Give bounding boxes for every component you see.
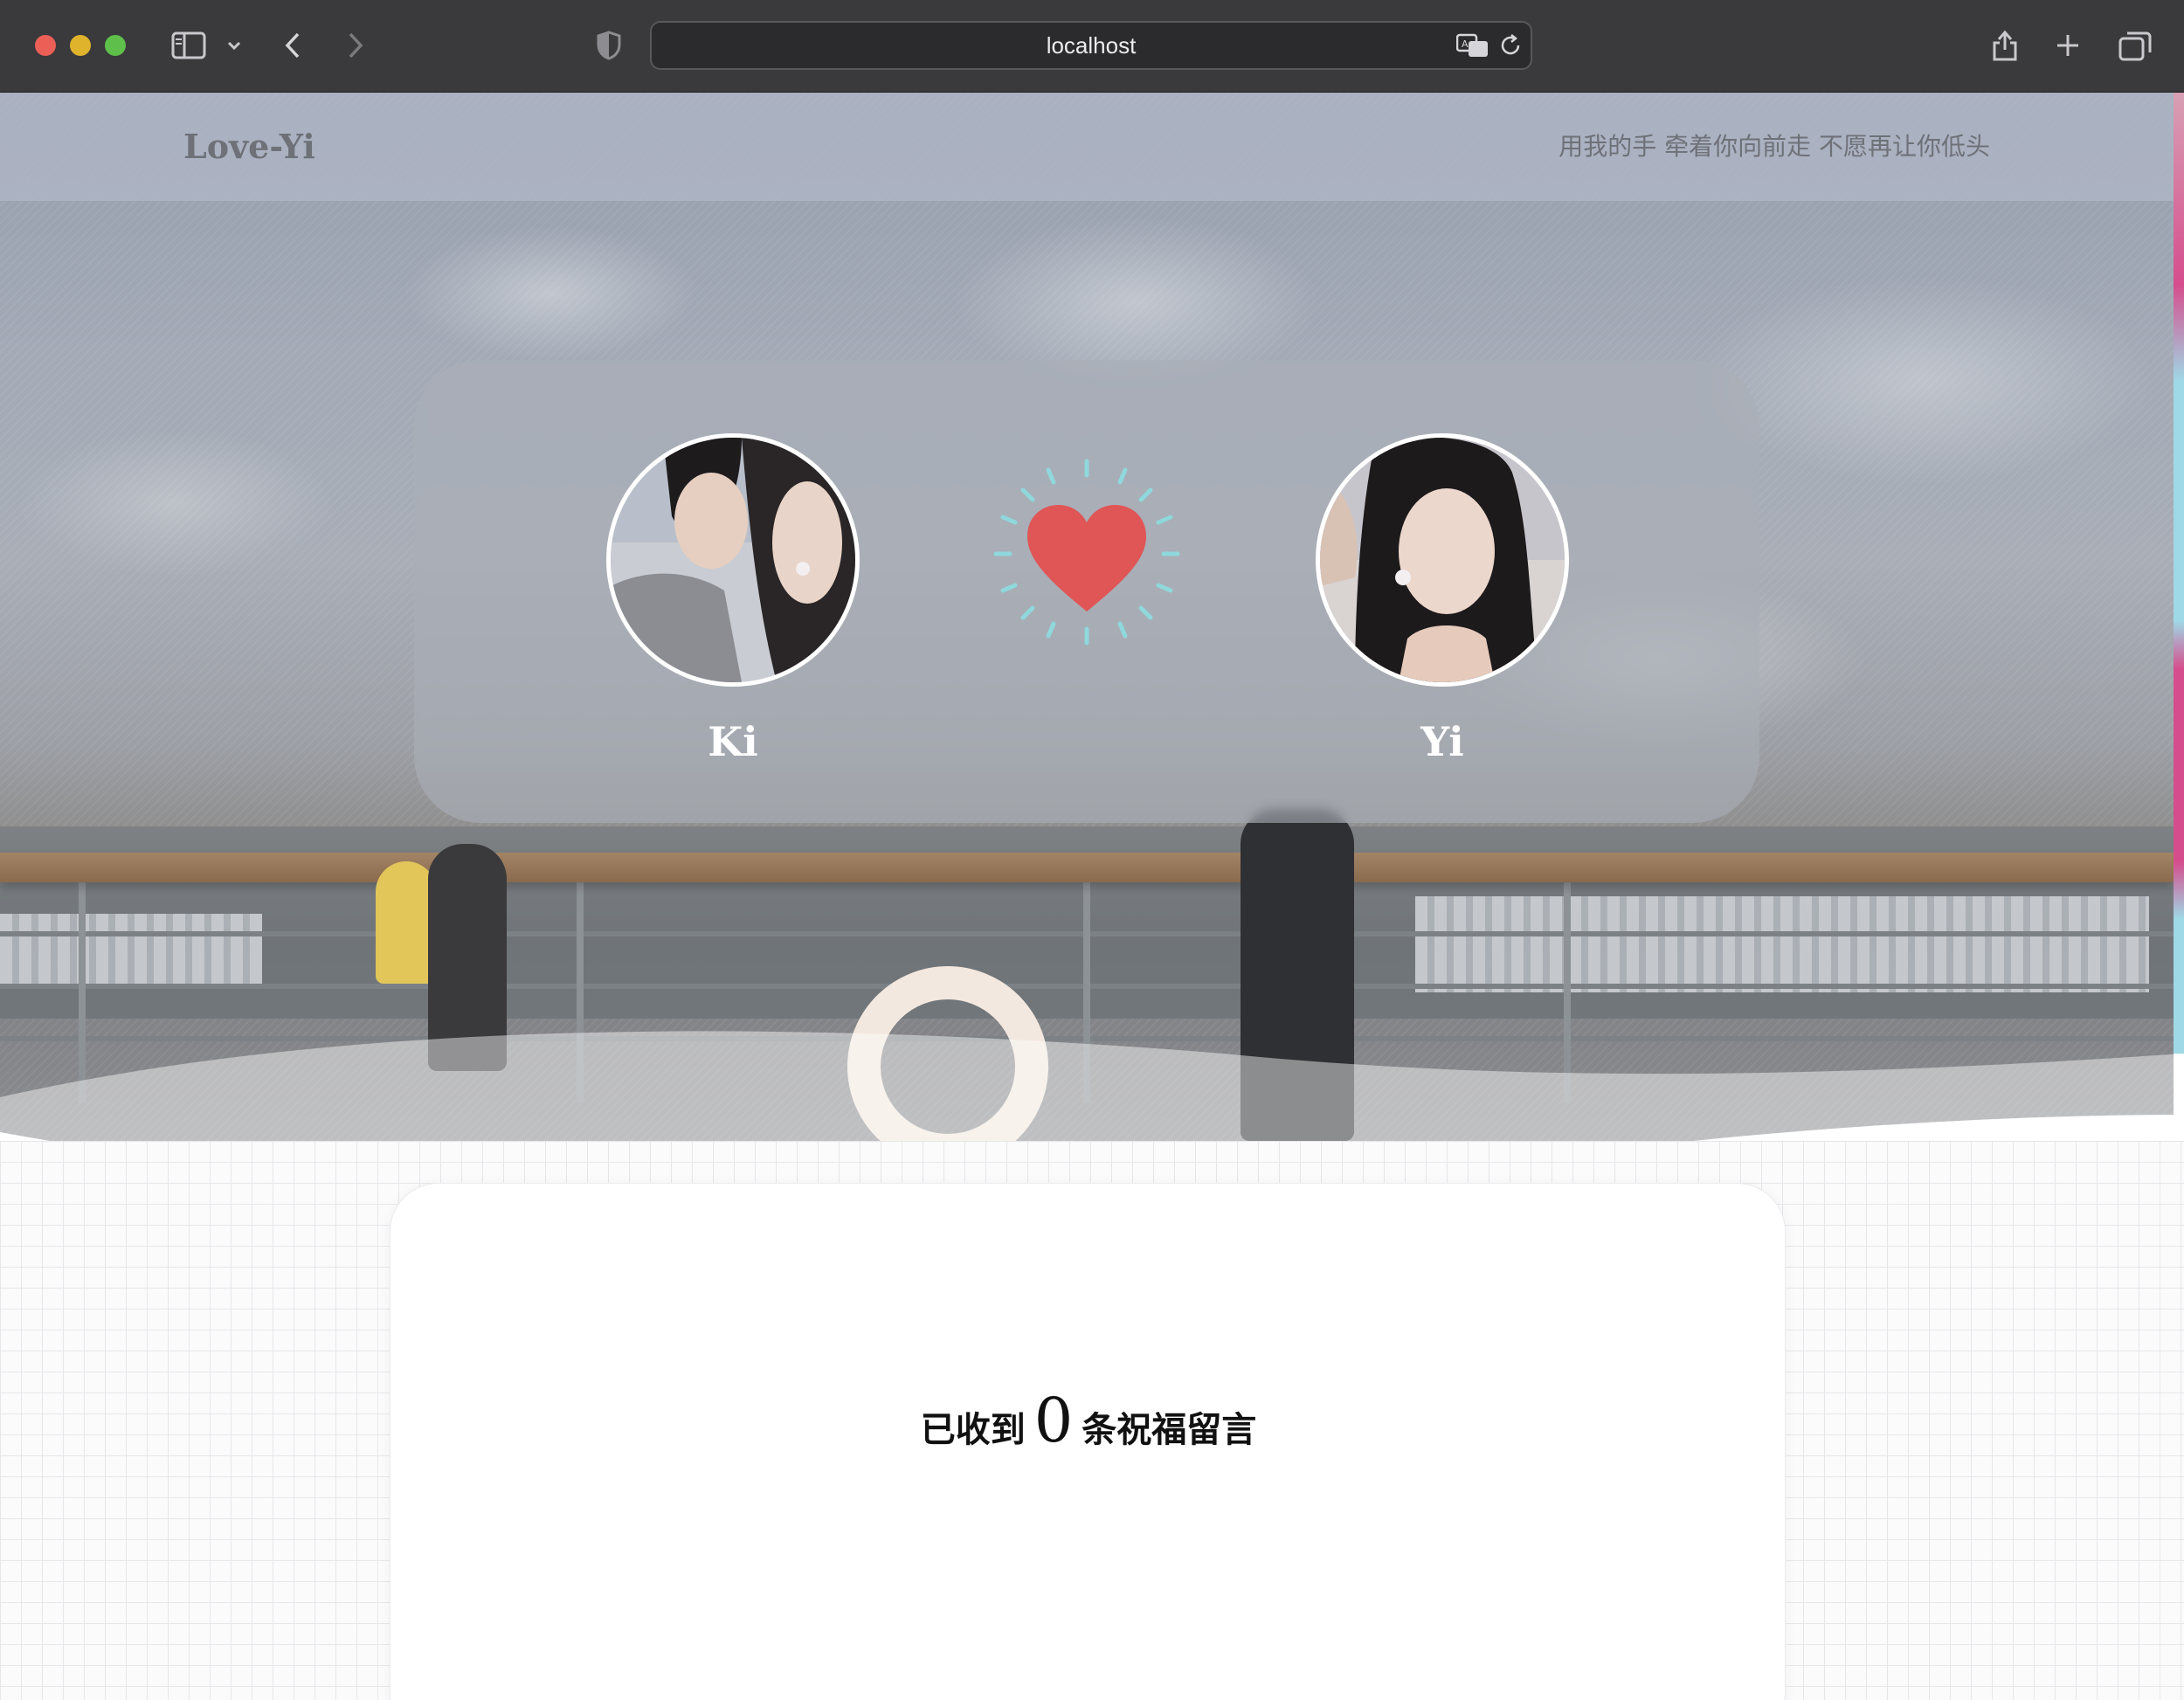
minimize-window-button[interactable] xyxy=(70,35,91,56)
zoom-window-button[interactable] xyxy=(105,35,126,56)
address-bar[interactable]: localhost xyxy=(650,21,1532,70)
hero-bridge xyxy=(0,914,262,984)
share-icon[interactable] xyxy=(1990,26,2020,65)
couple-name-right: Yi xyxy=(1420,718,1464,765)
hero-city-skyline xyxy=(1415,896,2149,992)
message-count-value: 0 xyxy=(1033,1385,1074,1456)
couple-name-left: Ki xyxy=(708,718,758,765)
shield-icon[interactable] xyxy=(594,26,624,65)
page-viewport: Love-Yi 用我的手 牵着你向前走 不愿再让你低头 Ki Yi 已收到 0 … xyxy=(0,93,2184,1700)
translate-icon[interactable]: A xyxy=(1455,26,1490,65)
avatar-ki xyxy=(606,433,860,687)
site-tagline: 用我的手 牵着你向前走 不愿再让你低头 xyxy=(1559,132,1990,161)
close-window-button[interactable] xyxy=(35,35,56,56)
heart-icon xyxy=(991,456,1183,648)
browser-toolbar: localhost A xyxy=(0,0,2184,93)
sidebar-icon[interactable] xyxy=(169,26,208,65)
avatar-yi xyxy=(1316,433,1569,687)
url-text: localhost xyxy=(1046,32,1137,59)
site-logo[interactable]: Love-Yi xyxy=(183,93,315,201)
couple-card: Ki Yi xyxy=(414,360,1759,823)
reload-icon[interactable] xyxy=(1497,26,1524,65)
message-count-suffix: 条祝福留言 xyxy=(1082,1409,1257,1450)
back-arrow-icon[interactable] xyxy=(280,26,306,65)
forward-arrow-icon[interactable] xyxy=(342,26,369,65)
deck-handrail xyxy=(0,853,2174,882)
message-count-prefix: 已收到 xyxy=(920,1409,1026,1450)
tabs-icon[interactable] xyxy=(2118,26,2153,65)
svg-text:A: A xyxy=(1462,38,1469,50)
page-scrollbar-accent[interactable] xyxy=(2174,93,2184,1054)
chevron-down-icon[interactable] xyxy=(224,26,245,65)
guestbook-card: 已收到 0 条祝福留言 xyxy=(390,1183,1786,1700)
message-count-heading: 已收到 0 条祝福留言 xyxy=(390,1385,1787,1456)
plus-icon[interactable] xyxy=(2053,26,2083,65)
top-navbar: Love-Yi 用我的手 牵着你向前走 不愿再让你低头 xyxy=(0,93,2174,201)
